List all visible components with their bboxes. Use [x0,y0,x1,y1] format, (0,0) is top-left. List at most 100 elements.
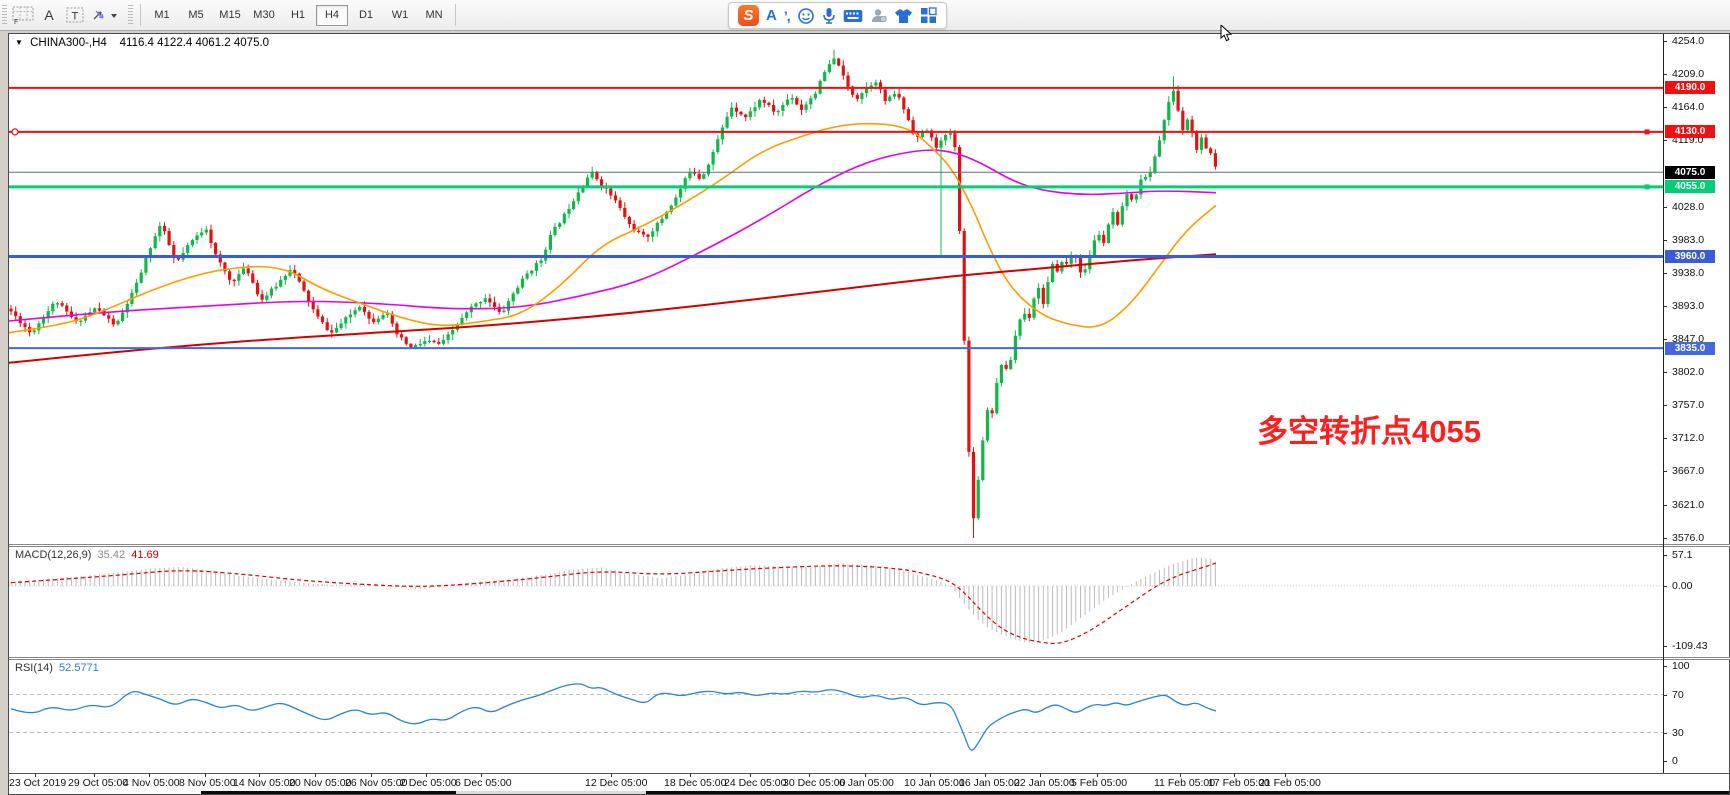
h-scrollbar-right[interactable] [646,791,1729,794]
timeframe-h1-button[interactable]: H1 [282,5,314,26]
y-axis-tick-label: 4028.0 [1672,201,1704,213]
collapse-triangle-icon[interactable]: ▼ [15,38,23,47]
macd-svg[interactable] [9,546,1663,657]
price-axis-border [1663,34,1664,773]
emoji-icon[interactable] [797,7,815,25]
macd-histogram [11,558,1215,644]
ma-fast-magenta [9,150,1216,321]
pane-splitter-rsi[interactable] [9,657,1730,660]
boxed-t-icon: T [66,6,84,24]
h-scrollbar-thumb[interactable] [456,791,646,794]
candles-layer [9,50,1217,538]
price-level-badge: 4055.0 [1665,180,1715,193]
x-axis-label: 11 Feb 05:00 [1154,777,1215,789]
text-label-button[interactable]: A [36,4,62,26]
h-scrollbar-left[interactable] [201,791,456,794]
macd-signal-line [11,563,1216,643]
indicators-button[interactable]: F [10,4,36,26]
microphone-icon[interactable] [822,7,836,25]
letter-a-icon: A [44,7,53,23]
ohlc-values: 4116.4 4122.4 4061.2 4075.0 [120,37,269,49]
y-axis-tick-label: 3893.0 [1672,300,1704,312]
ime-toolbar: S A ’, [728,2,947,29]
x-axis-label: 26 Nov 05:00 [345,777,407,789]
rsi-value: 52.5771 [59,662,99,674]
rsi-svg[interactable] [9,659,1663,773]
pane-splitter-macd[interactable] [9,544,1730,547]
time-axis-border [9,773,1730,774]
text-box-button[interactable]: T [62,4,88,26]
timeframe-m15-button[interactable]: M15 [214,5,246,26]
x-axis-label: 2 Dec 05:00 [400,777,457,789]
y-axis-tick-label: 3621.0 [1672,499,1704,511]
chart-window[interactable]: ▼ CHINA300-,H4 4116.4 4122.4 4061.2 4075… [8,33,1730,795]
y-axis-tick [1663,41,1667,42]
chevron-down-icon [111,14,117,18]
timeframe-h4-button[interactable]: H4 [316,5,348,26]
account-icon[interactable] [870,7,887,24]
y-axis-tick [1663,107,1667,108]
y-axis-tick [1663,74,1667,75]
keyboard-icon[interactable] [843,9,863,23]
x-axis-label: 29 Oct 05:00 [68,777,128,789]
x-axis-label: 14 Nov 05:00 [233,777,295,789]
x-axis-label: 21 Feb 05:00 [1259,777,1321,789]
x-axis-label: 16 Jan 05:00 [959,777,1020,789]
line-handle-icon[interactable] [1645,129,1650,134]
line-handle-icon[interactable] [1645,184,1650,189]
price-level-badge: 3835.0 [1665,342,1715,355]
y-axis-tick-label: 4164.0 [1672,101,1704,113]
svg-text:F: F [14,19,18,24]
macd-label: MACD(12,26,9) 35.42 41.69 [15,549,159,561]
y-axis-tick [1663,438,1667,439]
x-axis-label: 6 Dec 05:00 [455,777,512,789]
timeframe-mn-button[interactable]: MN [418,5,450,26]
y-axis-tick [1663,306,1667,307]
x-axis-label: 20 Nov 05:00 [289,777,351,789]
punctuation-icon[interactable]: ’, [784,8,790,24]
toolbar-drag-handle[interactable] [128,5,133,25]
timeframe-m5-button[interactable]: M5 [180,5,212,26]
price-level-badge: 4075.0 [1665,166,1715,179]
sogou-logo[interactable]: S [738,5,759,26]
skin-icon[interactable] [894,8,913,24]
styler-arrows-icon [90,7,120,23]
y-axis-tick-label: 57.1 [1672,549,1692,561]
x-axis-label: 22 Jan 05:00 [1014,777,1075,789]
timeframe-m30-button[interactable]: M30 [248,5,280,26]
y-axis-tick [1663,273,1667,274]
symbol-period-label: CHINA300-,H4 [30,37,107,49]
trading-terminal: F A T M1M5M15M30H1H4D1W1MN S A ’ [0,0,1730,795]
price-level-badge: 4190.0 [1665,81,1715,94]
toolbar-separator [140,4,141,26]
y-axis-tick-label: 0 [1672,755,1678,767]
timeframe-m1-button[interactable]: M1 [146,5,178,26]
x-axis-label: 18 Dec 05:00 [664,777,726,789]
timeframe-w1-button[interactable]: W1 [384,5,416,26]
toolbar-drag-handle[interactable] [2,5,7,25]
menu-grid-icon[interactable] [920,7,937,24]
chart-style-button[interactable] [88,4,122,26]
chart-annotation-text: 多空转折点4055 [1257,406,1481,451]
y-axis-tick [1663,372,1667,373]
y-axis-tick [1663,666,1667,667]
y-axis-tick-label: 3576.0 [1672,532,1704,544]
y-axis-tick [1663,733,1667,734]
grid-template-icon: F [12,6,34,24]
timeframe-d1-button[interactable]: D1 [350,5,382,26]
chart-title: ▼ CHINA300-,H4 4116.4 4122.4 4061.2 4075… [15,37,269,49]
y-axis-tick [1663,505,1667,506]
y-axis-tick-label: -109.43 [1672,640,1708,652]
y-axis-tick-label: 3938.0 [1672,267,1704,279]
y-axis-tick [1663,555,1667,556]
mouse-cursor [1220,25,1234,48]
main-toolbar: F A T M1M5M15M30H1H4D1W1MN S A ’ [0,0,1730,31]
font-a-icon[interactable]: A [766,7,777,24]
main-plot-svg[interactable] [9,34,1663,544]
x-axis-label: 12 Dec 05:00 [585,777,647,789]
y-axis-tick [1663,140,1667,141]
toolbar-separator [455,4,456,26]
line-handle-icon[interactable] [12,129,18,135]
x-axis-label: 23 Oct 2019 [9,777,66,789]
x-axis-label: 10 Jan 05:00 [904,777,965,789]
